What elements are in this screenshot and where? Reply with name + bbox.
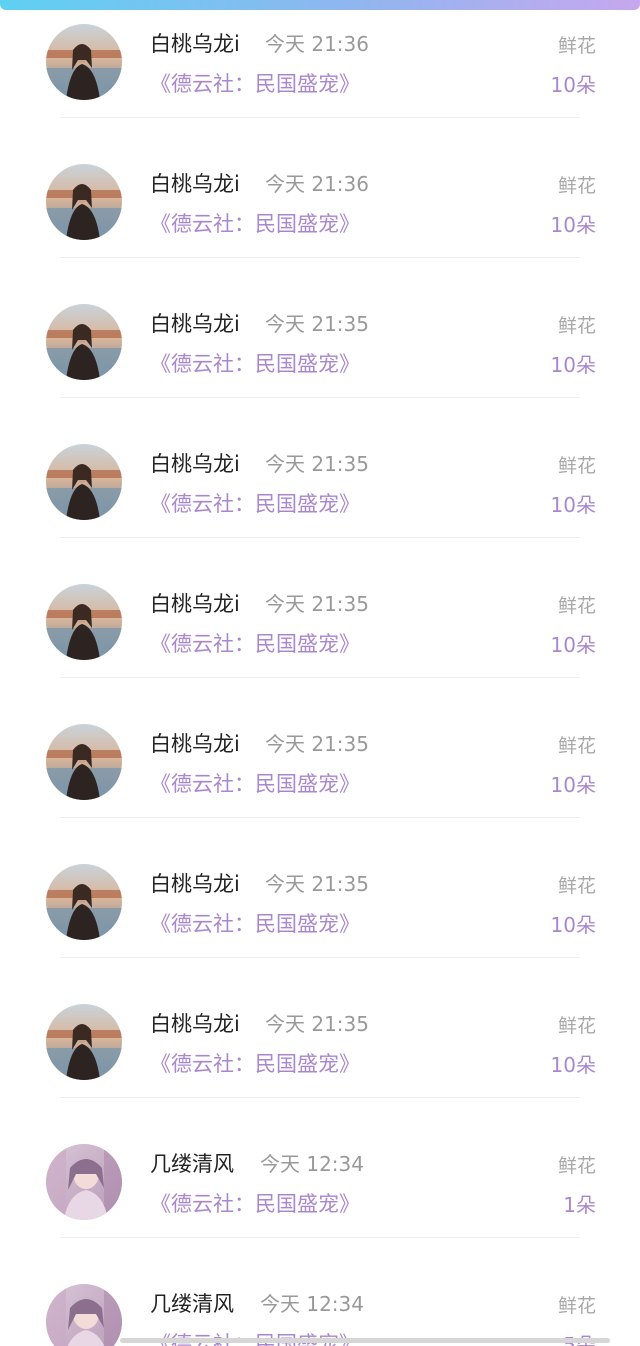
user-name[interactable]: 白桃乌龙i bbox=[150, 448, 240, 478]
user-name[interactable]: 几缕清风 bbox=[150, 1288, 234, 1318]
record-time: 今天 12:34 bbox=[260, 1292, 364, 1316]
gift-type-label: 鲜花 bbox=[557, 35, 596, 57]
gift-record-row[interactable]: 白桃乌龙i 今天 21:35 《德云社：民国盛宠》 鲜花 10朵 bbox=[0, 680, 640, 820]
show-title-link[interactable]: 《德云社：民国盛宠》 bbox=[150, 488, 360, 518]
gift-record-row[interactable]: 白桃乌龙i 今天 21:35 《德云社：民国盛宠》 鲜花 10朵 bbox=[0, 260, 640, 400]
gift-record-row[interactable]: 白桃乌龙i 今天 21:35 《德云社：民国盛宠》 鲜花 10朵 bbox=[0, 960, 640, 1100]
gift-type-label: 鲜花 bbox=[557, 735, 596, 757]
record-time: 今天 21:35 bbox=[265, 452, 369, 476]
row-divider bbox=[60, 957, 580, 958]
gift-count-label: 10朵 bbox=[550, 633, 596, 657]
gift-count-label: 10朵 bbox=[550, 913, 596, 937]
show-title-link[interactable]: 《德云社：民国盛宠》 bbox=[150, 208, 360, 238]
user-name[interactable]: 白桃乌龙i bbox=[150, 868, 240, 898]
record-time: 今天 21:36 bbox=[265, 172, 369, 196]
user-name[interactable]: 白桃乌龙i bbox=[150, 728, 240, 758]
gift-record-row[interactable]: 白桃乌龙i 今天 21:35 《德云社：民国盛宠》 鲜花 10朵 bbox=[0, 540, 640, 680]
show-title-link[interactable]: 《德云社：民国盛宠》 bbox=[150, 908, 360, 938]
gift-type-label: 鲜花 bbox=[557, 595, 596, 617]
gift-type-label: 鲜花 bbox=[557, 1015, 596, 1037]
gift-record-row[interactable]: 白桃乌龙i 今天 21:36 《德云社：民国盛宠》 鲜花 10朵 bbox=[0, 120, 640, 260]
gift-type-label: 鲜花 bbox=[557, 1155, 596, 1177]
user-name[interactable]: 几缕清风 bbox=[150, 1148, 234, 1178]
gift-count-label: 10朵 bbox=[550, 1053, 596, 1077]
user-avatar[interactable] bbox=[46, 444, 122, 520]
show-title-link[interactable]: 《德云社：民国盛宠》 bbox=[150, 628, 360, 658]
show-title-link[interactable]: 《德云社：民国盛宠》 bbox=[150, 1328, 360, 1346]
user-avatar[interactable] bbox=[46, 584, 122, 660]
gift-record-row[interactable]: 白桃乌龙i 今天 21:35 《德云社：民国盛宠》 鲜花 10朵 bbox=[0, 400, 640, 540]
show-title-link[interactable]: 《德云社：民国盛宠》 bbox=[150, 1048, 360, 1078]
gift-type-label: 鲜花 bbox=[557, 455, 596, 477]
scroll-indicator[interactable] bbox=[120, 1338, 610, 1343]
user-name[interactable]: 白桃乌龙i bbox=[150, 588, 240, 618]
user-avatar[interactable] bbox=[46, 1144, 122, 1220]
user-avatar[interactable] bbox=[46, 164, 122, 240]
gift-count-label: 10朵 bbox=[550, 353, 596, 377]
show-title-link[interactable]: 《德云社：民国盛宠》 bbox=[150, 1188, 360, 1218]
user-name[interactable]: 白桃乌龙i bbox=[150, 168, 240, 198]
gift-count-label: 10朵 bbox=[550, 213, 596, 237]
user-name[interactable]: 白桃乌龙i bbox=[150, 28, 240, 58]
gift-count-label: 10朵 bbox=[550, 73, 596, 97]
gift-type-label: 鲜花 bbox=[557, 315, 596, 337]
user-avatar[interactable] bbox=[46, 24, 122, 100]
user-name[interactable]: 白桃乌龙i bbox=[150, 1008, 240, 1038]
show-title-link[interactable]: 《德云社：民国盛宠》 bbox=[150, 768, 360, 798]
gift-record-row[interactable]: 几缕清风 今天 12:34 《德云社：民国盛宠》 鲜花 1朵 bbox=[0, 1100, 640, 1240]
gift-type-label: 鲜花 bbox=[557, 1295, 596, 1317]
user-avatar[interactable] bbox=[46, 1284, 122, 1346]
record-time: 今天 12:34 bbox=[260, 1152, 364, 1176]
row-divider bbox=[60, 817, 580, 818]
row-divider bbox=[60, 677, 580, 678]
record-time: 今天 21:35 bbox=[265, 592, 369, 616]
gift-record-row[interactable]: 白桃乌龙i 今天 21:36 《德云社：民国盛宠》 鲜花 10朵 bbox=[0, 0, 640, 120]
gift-record-row[interactable]: 几缕清风今天 12:34《德云社：民国盛宠》鲜花5朵 bbox=[0, 1240, 640, 1346]
record-time: 今天 21:35 bbox=[265, 1012, 369, 1036]
record-time: 今天 21:35 bbox=[265, 312, 369, 336]
row-divider bbox=[60, 537, 580, 538]
show-title-link[interactable]: 《德云社：民国盛宠》 bbox=[150, 68, 360, 98]
record-time: 今天 21:36 bbox=[265, 32, 369, 56]
user-avatar[interactable] bbox=[46, 1004, 122, 1080]
row-divider bbox=[60, 257, 580, 258]
row-divider bbox=[60, 1237, 580, 1238]
gift-count-label: 10朵 bbox=[550, 493, 596, 517]
row-divider bbox=[60, 117, 580, 118]
record-time: 今天 21:35 bbox=[265, 872, 369, 896]
gift-type-label: 鲜花 bbox=[557, 175, 596, 197]
gift-type-label: 鲜花 bbox=[557, 875, 596, 897]
gift-count-label: 1朵 bbox=[563, 1193, 596, 1217]
gift-record-row[interactable]: 白桃乌龙i 今天 21:35 《德云社：民国盛宠》 鲜花 10朵 bbox=[0, 820, 640, 960]
user-avatar[interactable] bbox=[46, 864, 122, 940]
row-divider bbox=[60, 397, 580, 398]
gift-count-label: 10朵 bbox=[550, 773, 596, 797]
gift-record-page: 白桃乌龙i 今天 21:36 《德云社：民国盛宠》 鲜花 10朵 白桃乌龙i 今天 21:3… bbox=[0, 0, 640, 1346]
row-divider bbox=[60, 1097, 580, 1098]
record-time: 今天 21:35 bbox=[265, 732, 369, 756]
user-avatar[interactable] bbox=[46, 724, 122, 800]
show-title-link[interactable]: 《德云社：民国盛宠》 bbox=[150, 348, 360, 378]
user-avatar[interactable] bbox=[46, 304, 122, 380]
user-name[interactable]: 白桃乌龙i bbox=[150, 308, 240, 338]
